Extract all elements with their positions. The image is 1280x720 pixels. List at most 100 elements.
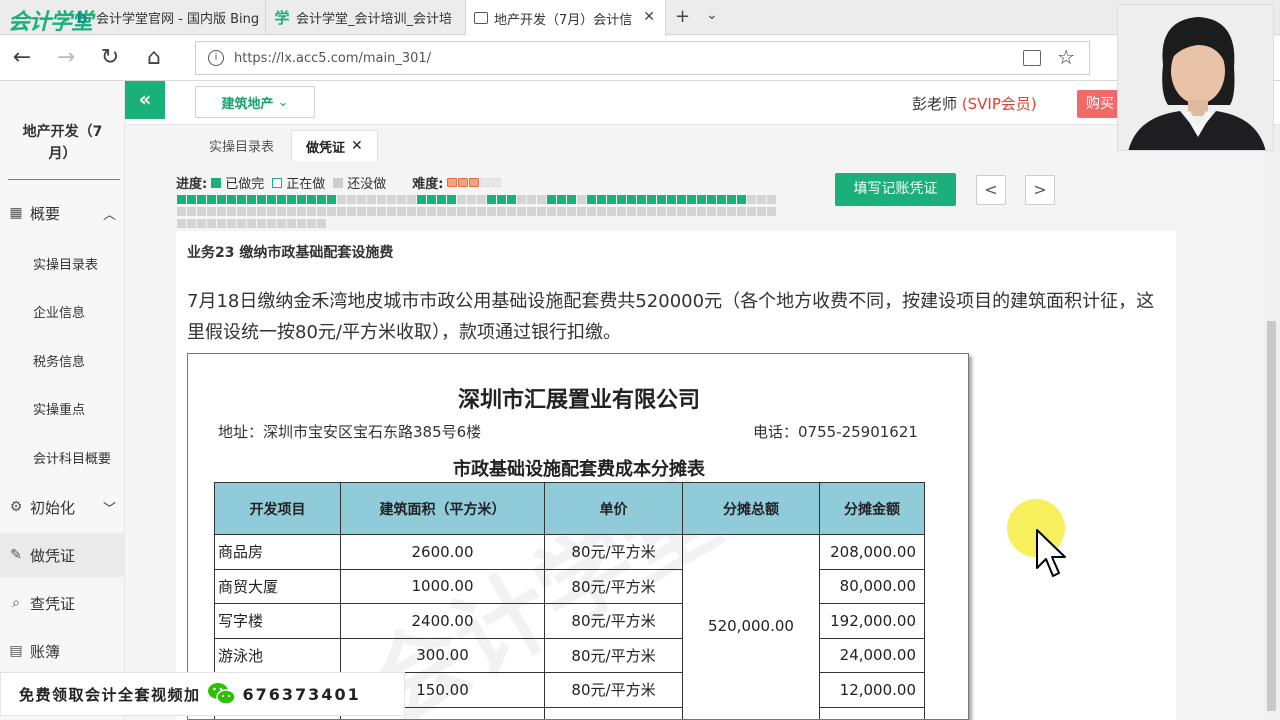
progress-cell[interactable] (307, 207, 316, 216)
progress-cell[interactable] (467, 207, 476, 216)
progress-cell[interactable] (337, 207, 346, 216)
progress-cell[interactable] (217, 195, 226, 204)
sidebar-item-key-points[interactable]: 实操重点 (33, 399, 85, 418)
progress-cell[interactable] (307, 219, 316, 228)
progress-cell[interactable] (637, 207, 646, 216)
progress-cell[interactable] (747, 207, 756, 216)
prev-button[interactable]: < (976, 175, 1006, 205)
sidebar-group-ledger[interactable]: ▤ 账簿 (8, 636, 120, 666)
progress-cell[interactable] (597, 207, 606, 216)
progress-cell[interactable] (207, 219, 216, 228)
progress-cell[interactable] (227, 195, 236, 204)
industry-dropdown[interactable]: 建筑地产 ⌄ (195, 86, 315, 118)
progress-cell[interactable] (347, 195, 356, 204)
progress-cell[interactable] (607, 207, 616, 216)
progress-cell[interactable] (517, 195, 526, 204)
progress-cell[interactable] (657, 195, 666, 204)
progress-cell[interactable] (627, 195, 636, 204)
tab-catalog[interactable]: 实操目录表 (195, 130, 288, 161)
progress-cell[interactable] (747, 195, 756, 204)
browser-tab-3[interactable]: 地产开发（7月）会计信 ✕ (466, 0, 666, 36)
progress-cell[interactable] (177, 207, 186, 216)
progress-cell[interactable] (607, 195, 616, 204)
progress-cell[interactable] (287, 195, 296, 204)
progress-cell[interactable] (767, 195, 776, 204)
progress-cell[interactable] (277, 195, 286, 204)
progress-cell[interactable] (427, 207, 436, 216)
progress-cell[interactable] (567, 207, 576, 216)
progress-cell[interactable] (577, 207, 586, 216)
progress-cell[interactable] (697, 195, 706, 204)
browser-tab-2[interactable]: 学 会计学堂_会计培训_会计培 (266, 0, 466, 35)
scrollbar-thumb[interactable] (1267, 321, 1276, 711)
progress-cell[interactable] (317, 219, 326, 228)
progress-cell[interactable] (347, 207, 356, 216)
progress-cell[interactable] (357, 195, 366, 204)
progress-cell[interactable] (707, 207, 716, 216)
progress-cell[interactable] (457, 195, 466, 204)
progress-cell[interactable] (317, 207, 326, 216)
progress-cell[interactable] (447, 195, 456, 204)
sidebar-item-company-info[interactable]: 企业信息 (33, 302, 85, 321)
progress-cell[interactable] (237, 219, 246, 228)
progress-cell[interactable] (417, 207, 426, 216)
progress-cell[interactable] (557, 207, 566, 216)
close-icon[interactable]: ✕ (643, 9, 655, 25)
progress-cell[interactable] (227, 219, 236, 228)
progress-cell[interactable] (707, 195, 716, 204)
progress-cell[interactable] (257, 219, 266, 228)
progress-cell[interactable] (297, 219, 306, 228)
progress-cell[interactable] (507, 195, 516, 204)
progress-cell[interactable] (197, 195, 206, 204)
progress-cell[interactable] (727, 207, 736, 216)
vertical-scrollbar[interactable] (1263, 125, 1280, 720)
progress-cell[interactable] (617, 195, 626, 204)
progress-cell[interactable] (247, 195, 256, 204)
progress-cell[interactable] (247, 207, 256, 216)
progress-cell[interactable] (377, 195, 386, 204)
progress-cell[interactable] (207, 207, 216, 216)
progress-cell[interactable] (657, 207, 666, 216)
progress-cell[interactable] (297, 207, 306, 216)
progress-cell[interactable] (687, 195, 696, 204)
progress-cell[interactable] (587, 195, 596, 204)
promo-banner[interactable]: 免费领取会计全套视频加 676373401 (0, 672, 405, 716)
progress-cell[interactable] (767, 207, 776, 216)
progress-cell[interactable] (257, 195, 266, 204)
progress-cell[interactable] (287, 219, 296, 228)
progress-cell[interactable] (187, 195, 196, 204)
info-icon[interactable]: i (208, 50, 224, 66)
progress-cell[interactable] (667, 207, 676, 216)
progress-cell[interactable] (757, 195, 766, 204)
browser-tab-1[interactable]: b 会计学堂官网 - 国内版 Bing (66, 0, 266, 35)
progress-cell[interactable] (367, 207, 376, 216)
next-button[interactable]: > (1025, 175, 1055, 205)
sidebar-item-catalog[interactable]: 实操目录表 (33, 254, 98, 273)
progress-cell[interactable] (467, 195, 476, 204)
progress-cell[interactable] (647, 195, 656, 204)
progress-cell[interactable] (217, 219, 226, 228)
progress-cell[interactable] (487, 195, 496, 204)
progress-cell[interactable] (337, 195, 346, 204)
progress-cell[interactable] (567, 195, 576, 204)
collapse-sidebar-button[interactable]: « (125, 81, 165, 119)
home-button[interactable]: ⌂ (140, 44, 168, 72)
sidebar-item-tax-info[interactable]: 税务信息 (33, 351, 85, 370)
progress-cell[interactable] (327, 195, 336, 204)
progress-cell[interactable] (477, 207, 486, 216)
progress-cell[interactable] (367, 195, 376, 204)
progress-cell[interactable] (437, 195, 446, 204)
progress-cell[interactable] (717, 195, 726, 204)
progress-cell[interactable] (627, 207, 636, 216)
progress-cell[interactable] (737, 207, 746, 216)
progress-cell[interactable] (177, 195, 186, 204)
progress-cell[interactable] (597, 195, 606, 204)
progress-cell[interactable] (547, 195, 556, 204)
fill-voucher-button[interactable]: 填写记账凭证 (835, 173, 956, 206)
progress-cell[interactable] (537, 195, 546, 204)
progress-cell[interactable] (227, 207, 236, 216)
progress-cell[interactable] (407, 195, 416, 204)
progress-cell[interactable] (497, 207, 506, 216)
progress-cell[interactable] (447, 207, 456, 216)
progress-cell[interactable] (277, 207, 286, 216)
